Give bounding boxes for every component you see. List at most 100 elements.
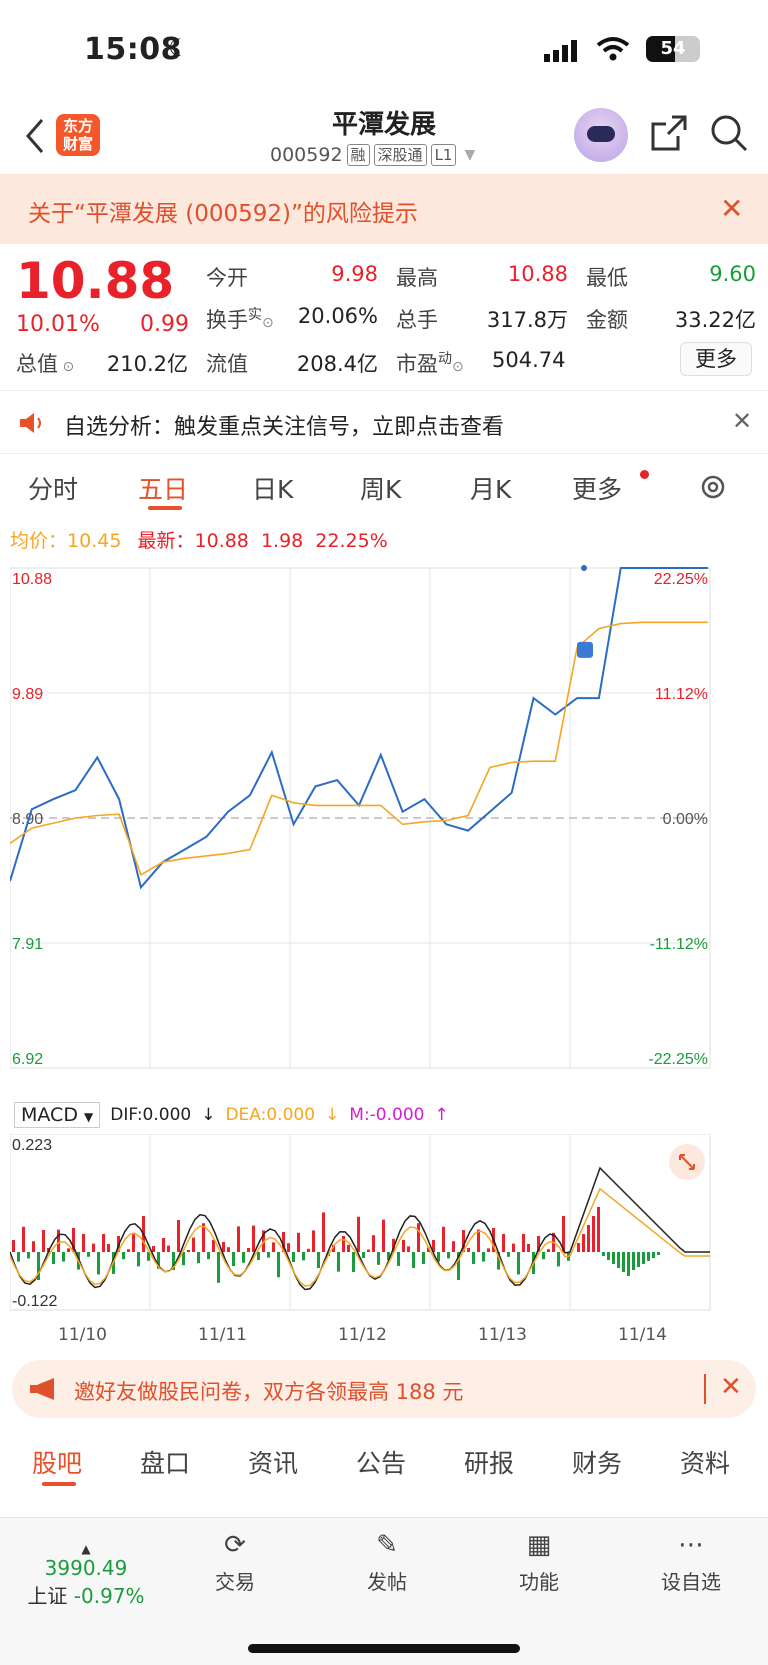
macd-bar xyxy=(307,1248,310,1252)
assistant-avatar[interactable] xyxy=(574,108,628,162)
tab-finance[interactable]: 财务 xyxy=(572,1444,622,1480)
tab-news[interactable]: 资讯 xyxy=(248,1444,298,1480)
bottom-bar: ▲ 3990.49 上证 -0.97% ⟳ 交易 ✎ 发帖 ▦ 功能 ⋯ 设自选 xyxy=(0,1517,768,1665)
settings-icon[interactable] xyxy=(698,472,728,502)
macd-bar xyxy=(637,1252,640,1267)
latest-label: 最新： xyxy=(137,530,195,552)
post-button[interactable]: ✎ 发帖 xyxy=(342,1530,432,1595)
tab-research[interactable]: 研报 xyxy=(464,1444,514,1480)
close-icon[interactable]: ✕ xyxy=(720,192,743,225)
value-high: 10.88 xyxy=(507,262,568,286)
more-button[interactable]: 更多 xyxy=(680,342,752,376)
macd-bar xyxy=(57,1229,60,1252)
macd-bar xyxy=(82,1234,85,1252)
function-button[interactable]: ▦ 功能 xyxy=(494,1530,584,1595)
analysis-banner[interactable]: 自选分析：触发重点关注信号，立即点击查看 ✕ xyxy=(0,390,768,454)
trade-button[interactable]: ⟳ 交易 xyxy=(190,1530,280,1595)
label-amount: 金额 xyxy=(586,308,628,332)
macd-bar xyxy=(227,1247,230,1252)
value-amount: 33.22亿 xyxy=(674,308,756,332)
macd-bar xyxy=(217,1252,220,1283)
close-icon[interactable]: ✕ xyxy=(732,407,752,435)
tab-more[interactable]: 更多 xyxy=(572,470,622,506)
tab-announcements[interactable]: 公告 xyxy=(356,1444,406,1480)
tab-daily-k[interactable]: 日K xyxy=(252,470,293,506)
macd-bar xyxy=(517,1252,520,1275)
macd-bar xyxy=(522,1234,525,1252)
macd-bar xyxy=(32,1241,35,1252)
macd-bar xyxy=(127,1249,130,1252)
index-value: 3990.49 xyxy=(44,1556,128,1580)
risk-banner[interactable]: 关于“平潭发展 (000592)”的风险提示 ✕ xyxy=(0,174,768,244)
top-nav: 东方 财富 平潭发展 000592 融 深股通 L1 ▼ xyxy=(0,100,768,174)
macd-bar xyxy=(352,1252,355,1272)
macd-bar xyxy=(247,1248,250,1252)
x-tick-label: 11/11 xyxy=(198,1325,247,1345)
trade-label: 交易 xyxy=(215,1570,255,1594)
macd-bar xyxy=(137,1252,140,1267)
tag-connect: 深股通 xyxy=(373,144,427,166)
indicator-name: MACD xyxy=(21,1104,78,1126)
indicator-select[interactable]: MACD ▼ xyxy=(14,1102,101,1128)
chart-tabs: 分时 五日 日K 周K 月K 更多 xyxy=(0,458,768,518)
up-arrow-icon: ↑ xyxy=(434,1105,449,1125)
tab-five-day[interactable]: 五日 xyxy=(138,470,188,506)
down-arrow-icon: ↓ xyxy=(325,1105,340,1125)
pe-sup: 动 xyxy=(438,351,452,367)
tab-weekly-k[interactable]: 周K xyxy=(360,470,401,506)
function-label: 功能 xyxy=(519,1570,559,1594)
tag-margin: 融 xyxy=(346,144,370,166)
search-icon[interactable] xyxy=(710,114,748,152)
macd-bar xyxy=(167,1245,170,1252)
macd-bar xyxy=(617,1252,620,1268)
y-tick-label-pct: -22.25% xyxy=(648,1051,708,1068)
tab-monthly-k[interactable]: 月K xyxy=(470,470,511,506)
tab-profile[interactable]: 资料 xyxy=(680,1444,730,1480)
macd-bar xyxy=(527,1244,530,1252)
price-chart[interactable]: 10.88 22.25%9.89 11.12%8.90 0.00%7.91 -11.12… xyxy=(10,558,756,1098)
tab-indicator xyxy=(42,1482,76,1486)
macd-legend: MACD ▼ DIF:0.000 ↓ DEA:0.000 ↓ M:-0.000 ↑ xyxy=(14,1100,449,1130)
dropdown-icon: ▼ xyxy=(464,147,476,163)
change-percent: 10.01% xyxy=(16,312,100,337)
tab-orderbook[interactable]: 盘口 xyxy=(140,1444,190,1480)
macd-bar xyxy=(187,1250,190,1252)
stock-code-row[interactable]: 000592 融 深股通 L1 ▼ xyxy=(270,144,475,166)
y-tick-label: 7.91 xyxy=(12,936,43,953)
macd-bar xyxy=(657,1252,660,1255)
signal-icon xyxy=(544,40,577,62)
watchlist-label: 设自选 xyxy=(661,1570,721,1594)
y-tick-label: 10.88 xyxy=(12,571,52,588)
label-turnover: 换手实⊙ xyxy=(206,304,274,334)
m-value: M:-0.000 xyxy=(349,1105,425,1125)
last-point xyxy=(581,565,587,571)
invite-banner[interactable]: 邀好友做股民问卷，双方各领最高 188 元 ✕ xyxy=(12,1360,756,1418)
macd-bar xyxy=(132,1232,135,1252)
avg-label: 均价： xyxy=(10,530,68,552)
macd-bottom-label: -0.122 xyxy=(12,1293,57,1310)
macd-bar xyxy=(417,1223,420,1252)
macd-top-label: 0.223 xyxy=(12,1137,52,1154)
macd-bar xyxy=(52,1252,55,1264)
close-icon[interactable]: ✕ xyxy=(720,1372,742,1402)
y-tick-label-pct: 22.25% xyxy=(654,571,708,588)
turnover-sup: 实 xyxy=(248,307,262,323)
share-icon[interactable] xyxy=(650,114,688,152)
macd-bar xyxy=(267,1252,270,1258)
index-widget[interactable]: ▲ 3990.49 上证 -0.97% xyxy=(26,1542,146,1609)
macd-bar xyxy=(547,1249,550,1252)
macd-bar xyxy=(92,1243,95,1252)
macd-bar xyxy=(107,1244,110,1252)
tab-intraday[interactable]: 分时 xyxy=(28,470,78,506)
x-tick-label: 11/13 xyxy=(478,1325,527,1345)
label-pe: 市盈动⊙ xyxy=(396,348,464,378)
macd-chart[interactable]: 0.223 -0.122 xyxy=(10,1134,756,1322)
label-high: 最高 xyxy=(396,266,438,290)
macd-bar xyxy=(607,1252,610,1260)
tab-forum[interactable]: 股吧 xyxy=(32,1444,82,1480)
macd-bar xyxy=(557,1252,560,1267)
info-icon: ⊙ xyxy=(58,359,75,375)
add-watchlist-button[interactable]: ⋯ 设自选 xyxy=(646,1530,736,1595)
macd-bar xyxy=(542,1252,545,1260)
grid-icon: ▦ xyxy=(526,1530,552,1560)
